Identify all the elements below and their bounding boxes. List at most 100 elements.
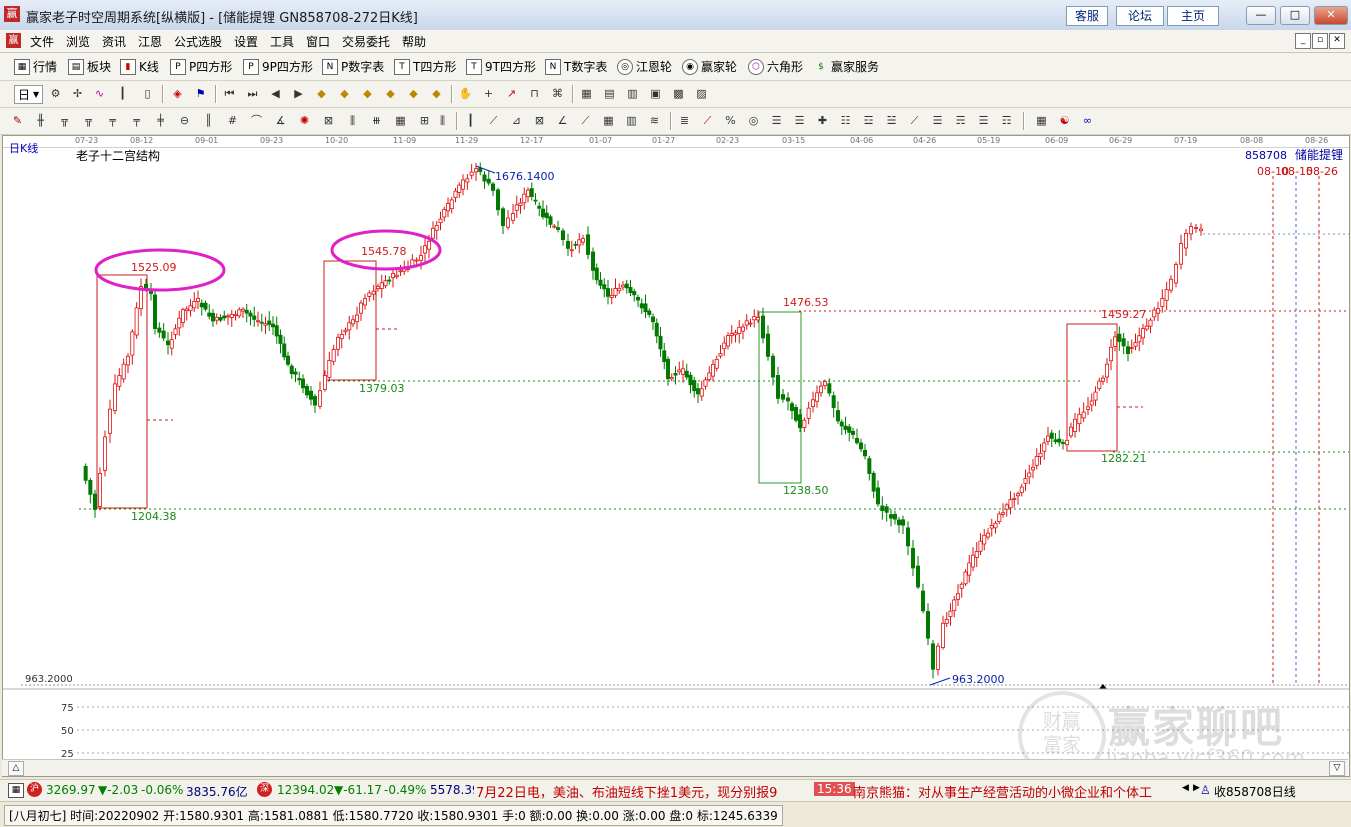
parallel-icon[interactable]: ║ <box>201 113 216 128</box>
indicator-icon[interactable]: ◈ <box>170 86 185 101</box>
keyboard-icon[interactable]: ▦ <box>8 783 24 798</box>
export-icon[interactable]: ▨ <box>694 86 709 101</box>
pencil-icon[interactable]: ✎ <box>10 113 25 128</box>
calendar-icon[interactable]: ▦ <box>579 86 594 101</box>
scroll-up-icon[interactable]: △ <box>8 761 24 776</box>
homepage-link[interactable]: 主页 <box>1167 6 1219 26</box>
speed-fan-icon[interactable]: ⟋ <box>486 113 501 128</box>
fib-channel-icon[interactable]: ☱ <box>884 113 899 128</box>
time-lines-icon[interactable]: ⧻ <box>369 113 384 128</box>
flag-icon[interactable]: ⚑ <box>193 86 208 101</box>
fork3-icon[interactable]: ╤ <box>105 113 120 128</box>
9t-square-button[interactable]: T 9T四方形 <box>466 58 536 75</box>
quotes-button[interactable]: ▦ 行情 <box>14 58 57 75</box>
lines-icon[interactable]: ╫ <box>33 113 48 128</box>
vertical-icon[interactable]: ┃ <box>463 113 478 128</box>
winner-wheel-button[interactable]: ◉ 赢家轮 <box>682 58 737 75</box>
scroll-down-icon[interactable]: ▽ <box>1329 761 1345 776</box>
save-icon[interactable]: ▣ <box>648 86 663 101</box>
fan-lines-icon[interactable]: ⟋ <box>578 113 593 128</box>
yin-yang-icon[interactable]: ☯ <box>1057 113 1072 128</box>
mdi-close-button[interactable]: ✕ <box>1329 33 1345 49</box>
gann-fan-icon[interactable]: ⊿ <box>509 113 524 128</box>
p-number-table-button[interactable]: N P数字表 <box>322 58 384 75</box>
gann-wheel-button[interactable]: ◎ 江恩轮 <box>617 58 672 75</box>
p-square-button[interactable]: P P四方形 <box>170 58 232 75</box>
next-icon[interactable]: ▶ <box>291 86 306 101</box>
customer-service-link[interactable]: 客服 <box>1066 6 1108 26</box>
angle-lines-icon[interactable]: ∠ <box>555 113 570 128</box>
t-square-button[interactable]: T T四方形 <box>394 58 456 75</box>
menu-settings[interactable]: 设置 <box>234 33 258 50</box>
last-page-icon[interactable]: ⏭ <box>245 86 260 101</box>
news-headline-1[interactable]: 7月22日电，美油、布油短线下挫1美元，现分别报9 <box>476 782 810 801</box>
diamond-right-icon[interactable]: ◆ <box>383 86 398 101</box>
angle-icon[interactable]: ∡ <box>273 113 288 128</box>
hexagon-button[interactable]: ⬡ 六角形 <box>748 58 803 75</box>
print-icon[interactable]: ▩ <box>671 86 686 101</box>
news-scroll-right-icon[interactable]: ▶ <box>1193 783 1200 793</box>
diamond-up-icon[interactable]: ◆ <box>314 86 329 101</box>
menu-gann[interactable]: 江恩 <box>138 33 162 50</box>
forum-link[interactable]: 论坛 <box>1116 6 1164 26</box>
bars-icon[interactable]: ⫼ <box>345 113 360 128</box>
fib-extension-icon[interactable]: ☰ <box>792 113 807 128</box>
bar-icon[interactable]: ┃ <box>115 86 130 101</box>
text-lines-icon[interactable]: ≣ <box>677 113 692 128</box>
menu-info[interactable]: 资讯 <box>102 33 126 50</box>
fan-icon[interactable]: ╪ <box>153 113 168 128</box>
fib-icon[interactable]: ⟋ <box>700 113 715 128</box>
calculator-icon[interactable]: ▤ <box>602 86 617 101</box>
period-selector[interactable]: 日 ▼ <box>14 85 44 104</box>
circle-lines-icon[interactable]: ⊖ <box>177 113 192 128</box>
diamond-left-icon[interactable]: ◆ <box>360 86 375 101</box>
table-grid-icon[interactable]: ▦ <box>1034 113 1049 128</box>
cycle-lines-icon[interactable]: ⫼ <box>435 113 450 128</box>
channel-icon[interactable]: ≋ <box>647 113 662 128</box>
menu-help[interactable]: 帮助 <box>402 33 426 50</box>
mdi-minimize-button[interactable]: _ <box>1295 33 1311 49</box>
fib-arc-icon[interactable]: ✚ <box>815 113 830 128</box>
trend-icon[interactable]: ↗ <box>504 86 519 101</box>
kline-button[interactable]: ▮ K线 <box>120 58 159 75</box>
percent-icon[interactable]: % <box>723 113 738 128</box>
infinity-icon[interactable]: ∞ <box>1080 113 1095 128</box>
tooth-icon[interactable]: ⊓ <box>527 86 542 101</box>
grid-lines-icon[interactable]: ⊞ <box>417 113 432 128</box>
mdi-restore-button[interactable]: ▫ <box>1312 33 1328 49</box>
link-icon[interactable]: ⌘ <box>550 86 565 101</box>
fork-icon[interactable]: ╦ <box>57 113 72 128</box>
wave-icon[interactable]: ∿ <box>92 86 107 101</box>
sector-button[interactable]: ▤ 板块 <box>68 58 111 75</box>
cycle-icon[interactable]: ⊠ <box>321 113 336 128</box>
crosshair-icon[interactable]: + <box>481 86 496 101</box>
fib-fan-icon[interactable]: ☲ <box>861 113 876 128</box>
menu-browse[interactable]: 浏览 <box>66 33 90 50</box>
candle-type-icon[interactable]: ▯ <box>140 86 155 101</box>
fib-retrace-icon[interactable]: ☰ <box>930 113 945 128</box>
fib-expansion-icon[interactable]: ☰ <box>976 113 991 128</box>
gann-grid-icon[interactable]: ⊠ <box>532 113 547 128</box>
zoom-in-icon[interactable]: ◆ <box>406 86 421 101</box>
first-page-icon[interactable]: ⏮ <box>222 86 237 101</box>
coin-icon[interactable]: ◎ <box>746 113 761 128</box>
close-button[interactable]: ✕ <box>1314 6 1348 25</box>
horizontal-scrollbar[interactable]: △ ▽ <box>2 759 1348 776</box>
news-headline-2[interactable]: 南京熊猫：对从事生产经营活动的小微企业和个体工 <box>853 782 1180 801</box>
fib-cluster-icon[interactable]: ☶ <box>999 113 1014 128</box>
menu-window[interactable]: 窗口 <box>306 33 330 50</box>
fib-projection-icon[interactable]: ☴ <box>953 113 968 128</box>
menu-trade[interactable]: 交易委托 <box>342 33 390 50</box>
prev-icon[interactable]: ◀ <box>268 86 283 101</box>
diamond-down-icon[interactable]: ◆ <box>337 86 352 101</box>
maximize-button[interactable]: □ <box>1280 6 1310 25</box>
zoom-out-icon[interactable]: ◆ <box>429 86 444 101</box>
fib-levels-icon[interactable]: ☰ <box>769 113 784 128</box>
news-scroll-left-icon[interactable]: ◀ <box>1182 783 1189 793</box>
fork4-icon[interactable]: ╤ <box>129 113 144 128</box>
t-number-table-button[interactable]: N T数字表 <box>545 58 607 75</box>
fork2-icon[interactable]: ╦ <box>81 113 96 128</box>
hashtag-icon[interactable]: # <box>225 113 240 128</box>
rectangle-icon[interactable]: ▦ <box>393 113 408 128</box>
chart-settings-icon[interactable]: ⚙ <box>48 86 63 101</box>
